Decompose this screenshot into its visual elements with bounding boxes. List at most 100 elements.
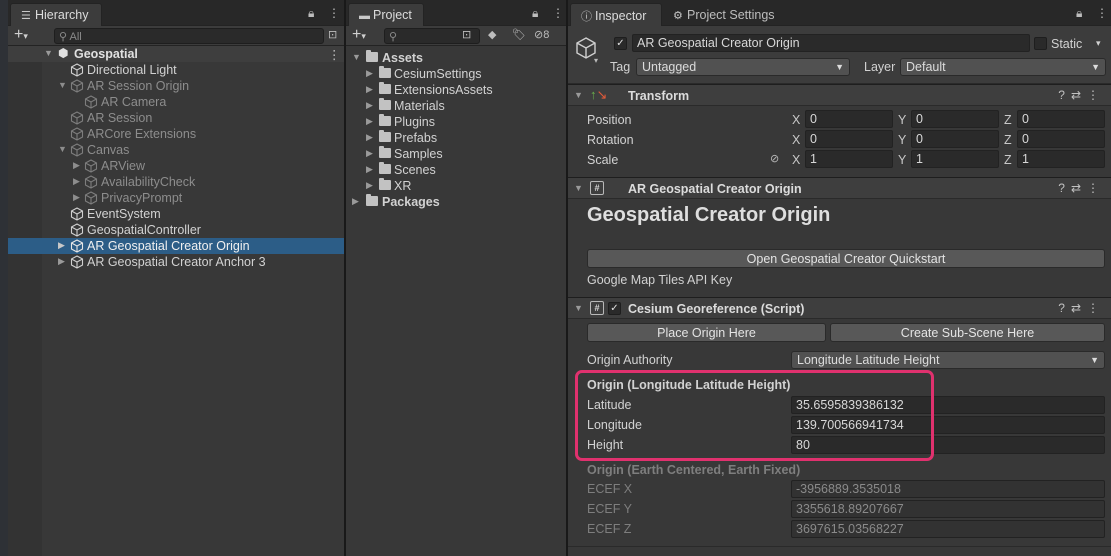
expand-arrow-icon[interactable]: ▼	[58, 80, 67, 90]
list-item[interactable]: ▶ Materials	[346, 98, 566, 114]
list-icon: ☰	[21, 10, 31, 22]
scale-z-field[interactable]: 1	[1017, 150, 1105, 168]
origin-authority-dropdown[interactable]: Longitude Latitude Height ▼	[791, 351, 1105, 369]
lock-icon[interactable]: 🔒︎	[1076, 6, 1082, 21]
expand-arrow-icon[interactable]: ▶	[366, 132, 373, 143]
active-checkbox[interactable]: ✓	[614, 37, 627, 50]
object-name-field[interactable]: AR Geospatial Creator Origin	[632, 34, 1030, 52]
list-item[interactable]: ▼ Assets	[346, 50, 566, 66]
hierarchy-search-input[interactable]: ⚲ All	[54, 28, 324, 44]
filter-label-icon[interactable]: 🏷︎	[512, 28, 526, 41]
list-item[interactable]: GeospatialController	[8, 222, 344, 238]
scale-y-field[interactable]: 1	[911, 150, 999, 168]
folder-icon	[379, 66, 391, 78]
list-item[interactable]: EventSystem	[8, 206, 344, 222]
menu-dots-icon[interactable]: ⋮	[328, 6, 340, 20]
list-item[interactable]: ▶ Plugins	[346, 114, 566, 130]
search-options-icon[interactable]: ⊡	[462, 28, 471, 41]
component-header-icons[interactable]: ?⇄⋮	[1058, 301, 1105, 315]
expand-arrow-icon[interactable]: ▶	[366, 164, 373, 175]
position-x-field[interactable]: 0	[805, 110, 893, 128]
expand-arrow-icon[interactable]: ▶	[366, 180, 373, 191]
expand-arrow-icon[interactable]: ▶	[366, 116, 373, 127]
place-origin-button[interactable]: Place Origin Here	[587, 323, 826, 342]
expand-arrow-icon[interactable]: ▶	[73, 176, 80, 187]
position-z-field[interactable]: 0	[1017, 110, 1105, 128]
create-subscene-button[interactable]: Create Sub-Scene Here	[830, 323, 1105, 342]
static-dropdown-arrow[interactable]: ▾	[1096, 38, 1101, 49]
rotation-x-field[interactable]: 0	[805, 130, 893, 148]
menu-dots-icon[interactable]: ⋮	[1096, 6, 1108, 20]
hierarchy-tree: ▼ ⬢ Geospatial ⋮ Directional Light ▼ AR …	[8, 46, 344, 556]
list-item[interactable]: ▶ ExtensionsAssets	[346, 82, 566, 98]
expand-arrow-icon[interactable]: ▶	[352, 196, 359, 207]
list-item[interactable]: ▼ Canvas	[8, 142, 344, 158]
chevron-down-icon: ▼	[835, 62, 844, 72]
list-item[interactable]: ▶ Packages	[346, 194, 566, 210]
icon-dropdown-arrow[interactable]: ▾	[594, 56, 598, 65]
tag-dropdown[interactable]: Untagged ▼	[636, 58, 850, 76]
scene-menu-dots-icon[interactable]: ⋮	[328, 47, 341, 62]
project-toolbar: +▾ ⚲ ⊡ ◆ 🏷︎ ⊘8	[346, 26, 566, 46]
tab-inspector[interactable]: ⓘ Inspector	[570, 3, 662, 26]
cesium-component-header[interactable]: ▼ # ✓ Cesium Georeference (Script) ?⇄⋮	[568, 297, 1111, 319]
static-checkbox[interactable]	[1034, 37, 1047, 50]
list-item[interactable]: Directional Light	[8, 62, 344, 78]
list-item[interactable]: ▶ CesiumSettings	[346, 66, 566, 82]
expand-arrow-icon[interactable]: ▶	[73, 160, 80, 171]
rotation-z-field[interactable]: 0	[1017, 130, 1105, 148]
gameobject-cube-icon	[70, 223, 84, 237]
list-item[interactable]: ▶ Samples	[346, 146, 566, 162]
list-item[interactable]: ▶ XR	[346, 178, 566, 194]
position-y-field[interactable]: 0	[911, 110, 999, 128]
search-options-icon[interactable]: ⊡	[328, 28, 337, 41]
list-item[interactable]: AR Session	[8, 110, 344, 126]
expand-arrow-icon[interactable]: ▶	[366, 148, 373, 159]
tab-project[interactable]: ▬ Project	[348, 3, 424, 26]
expand-arrow-icon[interactable]: ▶	[73, 192, 80, 203]
expand-arrow-icon[interactable]: ▶	[366, 68, 373, 79]
open-quickstart-button[interactable]: Open Geospatial Creator Quickstart	[587, 249, 1105, 268]
list-item[interactable]: AR Camera	[8, 94, 344, 110]
list-item[interactable]: ▶ AvailabilityCheck	[8, 174, 344, 190]
list-item[interactable]: ▶ PrivacyPrompt	[8, 190, 344, 206]
list-item[interactable]: ▶ Prefabs	[346, 130, 566, 146]
layer-dropdown[interactable]: Default ▼	[900, 58, 1106, 76]
list-item[interactable]: ▶ Scenes	[346, 162, 566, 178]
scene-row[interactable]: ▼ ⬢ Geospatial ⋮	[8, 46, 344, 62]
component-header-icons[interactable]: ?⇄⋮	[1058, 88, 1105, 102]
expand-arrow-icon[interactable]: ▶	[366, 84, 373, 95]
expand-arrow-icon[interactable]: ▼	[44, 48, 53, 58]
list-item[interactable]: ▼ AR Session Origin	[8, 78, 344, 94]
expand-arrow-icon[interactable]: ▼	[352, 52, 361, 62]
expand-arrow-icon[interactable]: ▶	[58, 240, 65, 251]
list-item[interactable]: ARCore Extensions	[8, 126, 344, 142]
lock-icon[interactable]: 🔒︎	[532, 6, 538, 21]
component-header-icons[interactable]: ?⇄⋮	[1058, 181, 1105, 195]
menu-dots-icon[interactable]: ⋮	[552, 6, 564, 20]
create-dropdown-button[interactable]: +▾	[352, 26, 366, 44]
hidden-packages-icon[interactable]: ⊘8	[534, 28, 549, 41]
filter-type-icon[interactable]: ◆	[488, 28, 496, 41]
component-enabled-checkbox[interactable]: ✓	[608, 302, 621, 315]
rotation-y-field[interactable]: 0	[911, 130, 999, 148]
scale-x-field[interactable]: 1	[805, 150, 893, 168]
origin-component-header[interactable]: ▼ # AR Geospatial Creator Origin ?⇄⋮	[568, 177, 1111, 199]
create-dropdown-button[interactable]: +▾	[14, 26, 28, 44]
expand-arrow-icon[interactable]: ▼	[58, 144, 67, 154]
transform-header[interactable]: ▼ ↑↘ Transform ?⇄⋮	[568, 84, 1111, 106]
collapse-arrow-icon[interactable]: ▼	[574, 183, 583, 193]
constrain-proportions-link-icon[interactable]: ⊘	[770, 152, 779, 165]
expand-arrow-icon[interactable]: ▶	[366, 100, 373, 111]
list-item[interactable]: ▶ AR Geospatial Creator Anchor 3	[8, 254, 344, 270]
collapse-arrow-icon[interactable]: ▼	[574, 90, 583, 100]
tab-project-settings[interactable]: ⚙ Project Settings	[662, 3, 782, 26]
tab-hierarchy[interactable]: ☰ Hierarchy	[10, 3, 102, 26]
list-item-selected[interactable]: ▶ AR Geospatial Creator Origin	[8, 238, 344, 254]
expand-arrow-icon[interactable]: ▶	[58, 256, 65, 267]
lock-icon[interactable]: 🔒︎	[308, 6, 314, 21]
gameobject-cube-icon	[70, 111, 84, 125]
list-item[interactable]: ▶ ARView	[8, 158, 344, 174]
collapse-arrow-icon[interactable]: ▼	[574, 303, 583, 313]
chevron-down-icon: ▼	[1091, 62, 1100, 72]
